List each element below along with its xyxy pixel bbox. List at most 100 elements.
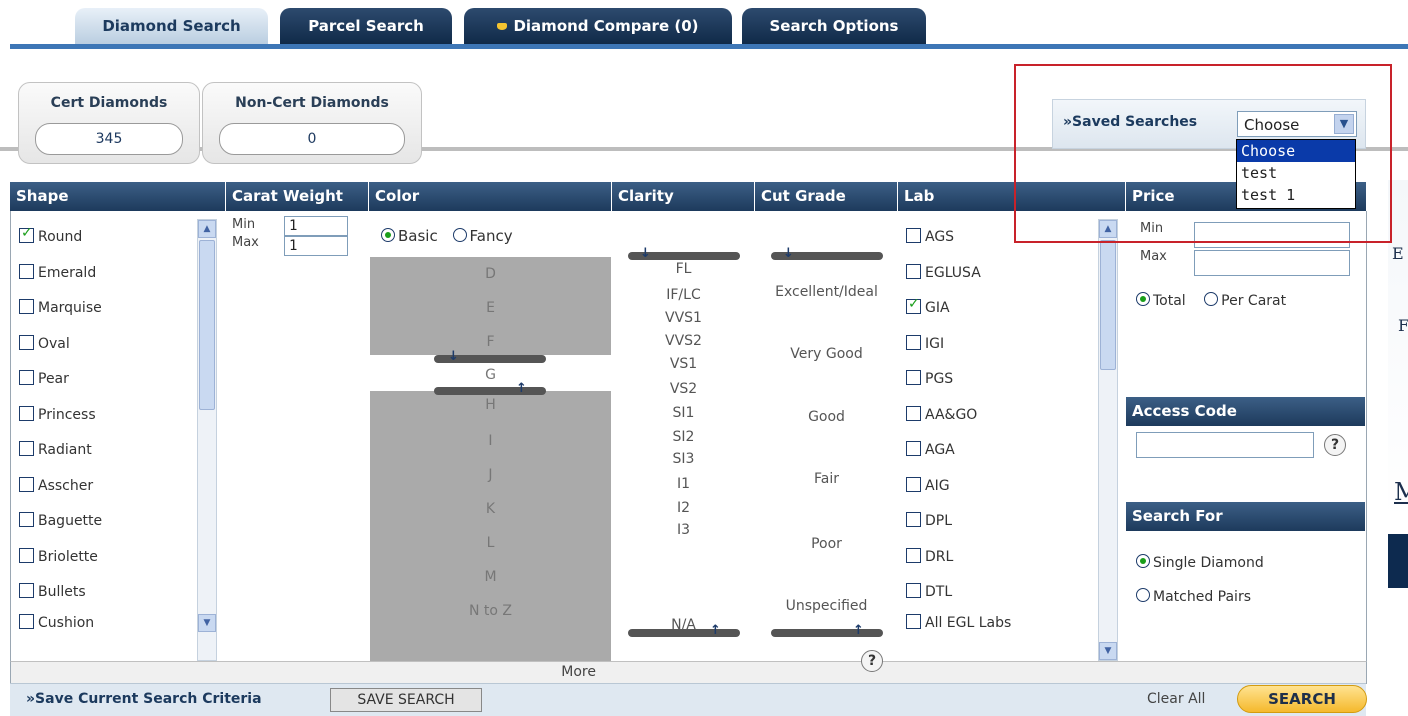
cut-grade[interactable]: Fair: [755, 471, 898, 487]
tab-search-options[interactable]: Search Options: [742, 8, 926, 45]
clarity-grade[interactable]: FL: [612, 261, 755, 277]
clarity-grade[interactable]: I2: [612, 500, 755, 516]
shape-bullets[interactable]: Bullets: [19, 582, 86, 606]
access-code-input[interactable]: [1136, 432, 1314, 458]
tab-parcel-search[interactable]: Parcel Search: [280, 8, 452, 45]
color-grade[interactable]: L: [370, 535, 611, 551]
cut-upper-handle[interactable]: ↓: [771, 246, 883, 261]
checkbox-icon[interactable]: [19, 613, 34, 629]
checkbox-icon[interactable]: [19, 225, 34, 243]
radio-icon[interactable]: [1204, 292, 1219, 306]
checkbox-icon[interactable]: [906, 582, 921, 598]
price-total-option[interactable]: Total: [1136, 292, 1186, 309]
checkbox-icon[interactable]: [906, 476, 921, 492]
checkbox-icon[interactable]: [19, 334, 34, 350]
checkbox-icon[interactable]: [19, 263, 34, 279]
checkbox-icon[interactable]: [906, 296, 921, 314]
tab-diamond-compare[interactable]: Diamond Compare (0): [464, 8, 732, 45]
clarity-grade[interactable]: IF/LC: [612, 287, 755, 303]
color-grade[interactable]: F: [370, 334, 611, 350]
tab-diamond-search[interactable]: Diamond Search: [75, 8, 268, 45]
shape-briolette[interactable]: Briolette: [19, 547, 98, 571]
checkbox-icon[interactable]: [19, 547, 34, 563]
shape-baguette[interactable]: Baguette: [19, 511, 102, 535]
shape-pear[interactable]: Pear: [19, 369, 69, 393]
cut-grade[interactable]: Unspecified: [755, 598, 898, 614]
checkbox-icon[interactable]: [906, 547, 921, 563]
shape-oval[interactable]: Oval: [19, 334, 70, 358]
checkbox-icon[interactable]: [906, 613, 921, 629]
clarity-grade[interactable]: I1: [612, 476, 755, 492]
checkbox-icon[interactable]: [906, 263, 921, 279]
color-grade[interactable]: K: [370, 501, 611, 517]
scroll-up-icon[interactable]: ▲: [198, 220, 216, 238]
lab-eglusa[interactable]: EGLUSA: [906, 263, 981, 287]
shape-round[interactable]: Round: [19, 225, 82, 251]
clarity-upper-handle[interactable]: ↓: [628, 246, 740, 261]
clarity-grade[interactable]: SI3: [612, 451, 755, 467]
search-single-option[interactable]: Single Diamond: [1136, 554, 1264, 571]
color-grade[interactable]: M: [370, 569, 611, 585]
color-grade[interactable]: E: [370, 300, 611, 316]
help-icon[interactable]: ?: [1324, 434, 1346, 456]
shape-cushion[interactable]: Cushion: [19, 613, 94, 637]
lab-all-egl[interactable]: All EGL Labs: [906, 613, 1011, 637]
search-button[interactable]: SEARCH: [1237, 685, 1367, 713]
checkbox-icon[interactable]: [906, 227, 921, 243]
clarity-grade[interactable]: SI2: [612, 429, 755, 445]
color-lower-handle[interactable]: ↑: [434, 381, 546, 396]
search-pairs-option[interactable]: Matched Pairs: [1136, 588, 1251, 605]
cut-lower-handle[interactable]: ↑: [771, 623, 883, 638]
cut-grade[interactable]: Good: [755, 409, 898, 425]
color-grade[interactable]: G: [370, 367, 611, 383]
clarity-grade[interactable]: I3: [612, 522, 755, 538]
scroll-down-icon[interactable]: ▼: [1099, 642, 1117, 660]
radio-icon[interactable]: [1136, 292, 1150, 306]
cut-grade[interactable]: Poor: [755, 536, 898, 552]
radio-icon[interactable]: [381, 227, 395, 242]
clear-all-link[interactable]: Clear All: [1147, 691, 1205, 707]
shape-radiant[interactable]: Radiant: [19, 440, 92, 464]
scroll-down-icon[interactable]: ▼: [198, 614, 216, 632]
color-basic-option[interactable]: Basic: [381, 227, 438, 245]
checkbox-icon[interactable]: [906, 511, 921, 527]
shape-asscher[interactable]: Asscher: [19, 476, 93, 500]
shape-princess[interactable]: Princess: [19, 405, 96, 429]
help-icon[interactable]: ?: [861, 650, 883, 672]
edge-link[interactable]: M: [1394, 478, 1408, 506]
shape-scrollbar[interactable]: ▲ ▼: [197, 219, 217, 661]
checkbox-icon[interactable]: [906, 369, 921, 385]
clarity-grade[interactable]: VVS1: [612, 310, 755, 326]
lab-pgs[interactable]: PGS: [906, 369, 953, 393]
price-per-carat-option[interactable]: Per Carat: [1204, 292, 1286, 309]
scroll-thumb[interactable]: [199, 240, 215, 410]
color-grade[interactable]: I: [370, 433, 611, 449]
lab-aig[interactable]: AIG: [906, 476, 950, 500]
carat-min-input[interactable]: 1: [284, 216, 348, 236]
checkbox-icon[interactable]: [906, 440, 921, 456]
lab-dpl[interactable]: DPL: [906, 511, 952, 535]
checkbox-icon[interactable]: [19, 298, 34, 314]
clarity-grade[interactable]: VS1: [612, 356, 755, 372]
clarity-grade[interactable]: SI1: [612, 405, 755, 421]
lab-igi[interactable]: IGI: [906, 334, 944, 358]
checkbox-icon[interactable]: [906, 405, 921, 421]
color-upper-handle[interactable]: ↓: [434, 349, 546, 364]
clarity-grade[interactable]: VS2: [612, 381, 755, 397]
lab-scrollbar[interactable]: ▲ ▼: [1098, 219, 1118, 661]
checkbox-icon[interactable]: [19, 582, 34, 598]
checkbox-icon[interactable]: [19, 440, 34, 456]
carat-max-input[interactable]: 1: [284, 236, 348, 256]
lab-dtl[interactable]: DTL: [906, 582, 952, 606]
price-max-input[interactable]: [1194, 250, 1350, 276]
lab-gia[interactable]: GIA: [906, 296, 950, 322]
lab-ags[interactable]: AGS: [906, 227, 954, 251]
checkbox-icon[interactable]: [19, 405, 34, 421]
scroll-thumb[interactable]: [1100, 240, 1116, 370]
lab-aga[interactable]: AGA: [906, 440, 955, 464]
color-grade[interactable]: H: [370, 397, 611, 413]
color-more-link[interactable]: More: [561, 664, 596, 680]
cert-diamonds-box[interactable]: Cert Diamonds 345: [18, 82, 200, 164]
lab-drl[interactable]: DRL: [906, 547, 953, 571]
color-grade-track[interactable]: D E F G H I J K L M N to Z ↓ ↑: [370, 257, 611, 661]
